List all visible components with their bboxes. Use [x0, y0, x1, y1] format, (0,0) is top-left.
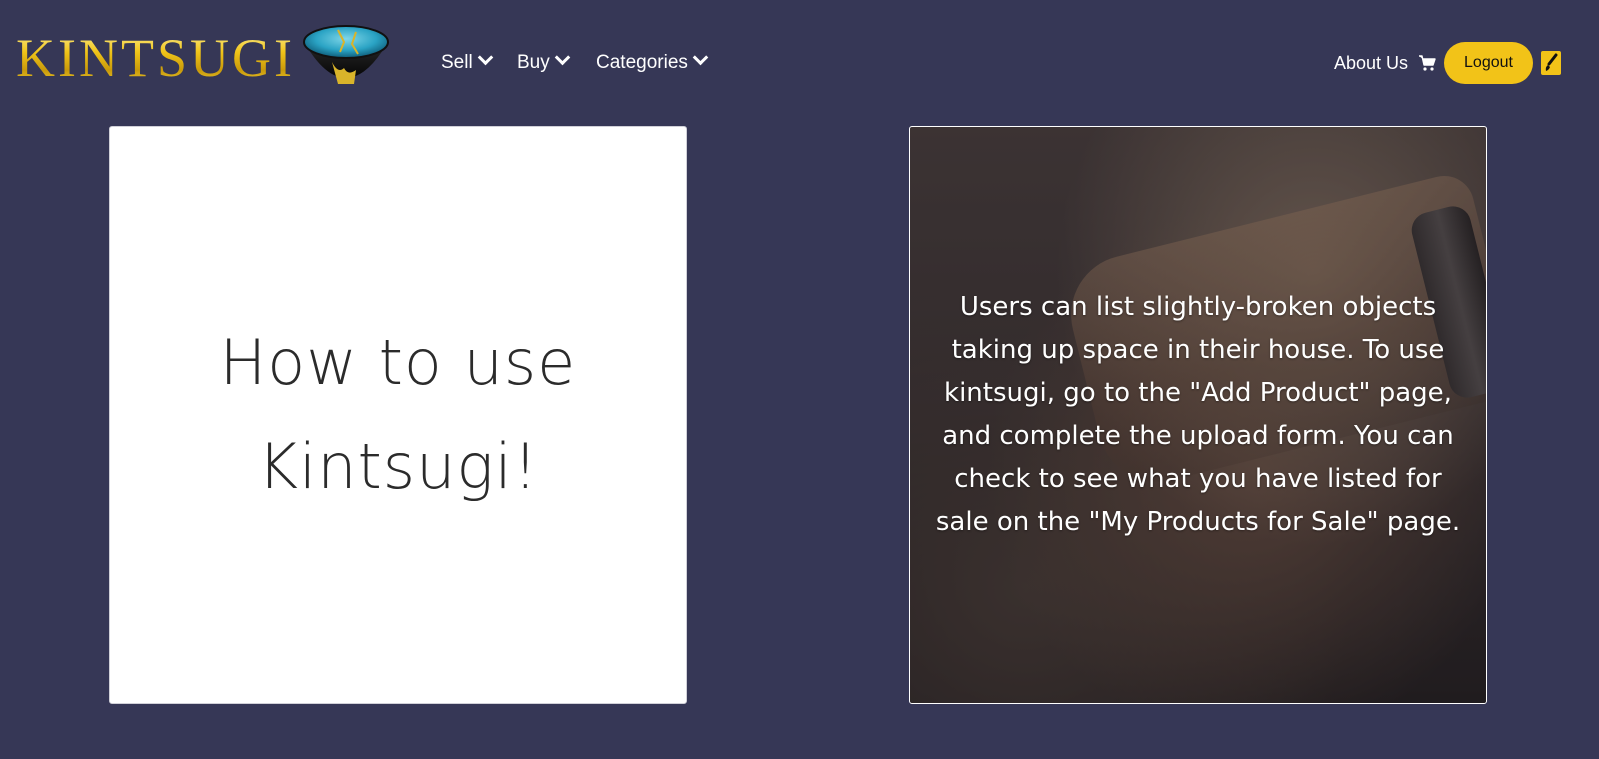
brand-name[interactable]: KINTSUGI	[16, 28, 295, 88]
chevron-down-icon	[692, 49, 709, 66]
how-to-use-card: How to use Kintsugi!	[109, 126, 687, 704]
cart-icon[interactable]	[1418, 54, 1436, 72]
nav-categories[interactable]: Categories	[596, 49, 709, 76]
nav-buy-label: Buy	[517, 52, 550, 73]
instructions-text: Users can list slightly-broken objects t…	[935, 292, 1461, 537]
chevron-down-icon	[477, 49, 493, 66]
nav-sell[interactable]: Sell	[441, 49, 493, 76]
about-us-link[interactable]: About Us	[1334, 50, 1408, 76]
paintbrush-icon	[1545, 53, 1558, 71]
navbar: KINTSUGI Sell Buy Categories About Us Lo…	[0, 0, 1599, 126]
instructions-card: Users can list slightly-broken objects t…	[909, 126, 1487, 704]
how-to-use-heading: How to use Kintsugi!	[219, 326, 577, 503]
logout-button[interactable]: Logout	[1444, 42, 1533, 84]
kintsugi-bowl-logo[interactable]	[298, 18, 394, 90]
theme-toggle-button[interactable]	[1541, 51, 1561, 75]
nav-sell-label: Sell	[441, 52, 473, 73]
nav-categories-label: Categories	[596, 52, 688, 73]
chevron-down-icon	[554, 49, 571, 66]
nav-buy[interactable]: Buy	[517, 49, 571, 76]
